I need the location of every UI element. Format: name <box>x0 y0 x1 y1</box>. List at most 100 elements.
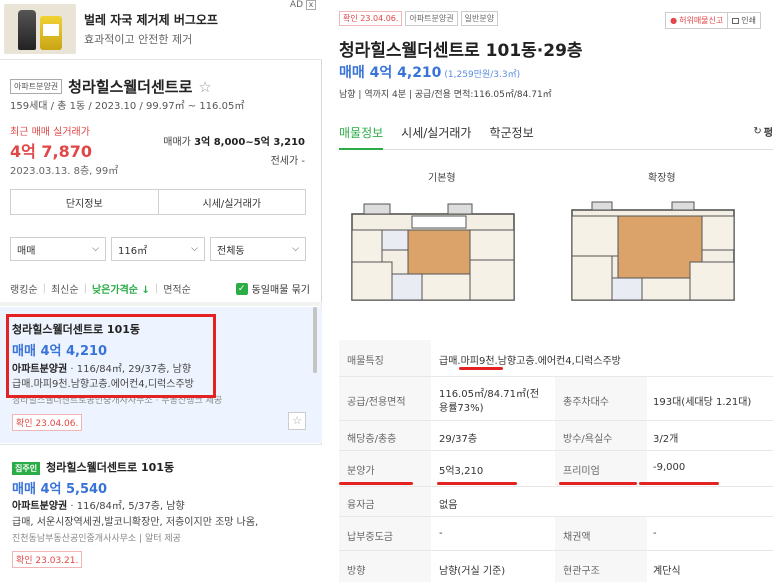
filter-bar: 매매 ⌵ 116㎡ ⌵ 전체동 ⌵ <box>10 237 306 261</box>
print-label: 인쇄 <box>741 16 756 25</box>
fact-key: 채권액 <box>563 532 591 543</box>
list-item[interactable]: 집주인 청라힐스웰더센트로 101동 매매 4억 5,540 아파트분양권 · 1… <box>0 444 322 582</box>
close-icon[interactable]: x <box>306 0 316 10</box>
sort-area[interactable]: 면적순 <box>163 281 196 296</box>
ad-banner[interactable]: 벌레 자국 제거제 버그오프 효과적이고 안전한 제거 AD x <box>0 0 322 60</box>
trade-type-select[interactable]: 매매 ⌵ <box>10 237 106 261</box>
chevron-down-icon: ⌵ <box>92 244 99 254</box>
table-row: 공급/전용면적 116.05㎡/84.71㎡(전 용률73%) 총주차대수 19… <box>339 377 773 421</box>
recent-trade-date: 2023.03.13. 8층, 99㎡ <box>10 166 119 177</box>
ad-badge: AD x <box>290 0 316 10</box>
recent-trade-label: 최근 매매 실거래가 <box>10 127 90 138</box>
ad-description: 효과적이고 안전한 제거 <box>84 33 193 46</box>
listing-title[interactable]: 청라힐스웰더센트로 101동 <box>46 461 174 474</box>
complex-info-button[interactable]: 단지정보 <box>11 190 158 214</box>
tab-listing-info[interactable]: 매물정보 <box>339 114 384 150</box>
detail-toolbar: ● 허위매물신고 인쇄 <box>665 12 761 29</box>
fact-value: - <box>653 528 657 539</box>
refresh-icon: ↻ <box>753 126 762 137</box>
area-value: 116㎡ <box>118 245 148 257</box>
trade-type-value: 매매 <box>17 245 36 257</box>
table-row: 융자금 없음 <box>339 487 773 517</box>
detail-summary: 남향 | 역까지 4분 | 공급/전용 면적:116.05㎡/84.71㎡ <box>339 90 552 100</box>
fact-key: 분양가 <box>347 466 375 477</box>
tab-market-price[interactable]: 시세/실거래가 <box>401 114 471 150</box>
tab-school[interactable]: 학군정보 <box>489 114 533 150</box>
complex-info: 159세대 / 총 1동 / 2023.10 / 99.97㎡ ~ 116.05… <box>10 101 245 112</box>
sale-price-value: 3억 8,000~5억 3,210 <box>194 137 305 148</box>
owner-tag: 집주인 <box>12 461 41 475</box>
property-type-tag: 아파트분양권 <box>10 79 63 94</box>
complex-header: 아파트분양권 청라힐스웰더센트로 ☆ <box>10 76 212 97</box>
confirm-date-badge: 확인 23.03.21. <box>12 551 83 568</box>
fact-value: 남향(거실 기준) <box>439 566 506 577</box>
refresh-label: 펑 <box>763 128 773 139</box>
sort-low-price[interactable]: 낮은가격순 ↓ <box>92 281 155 296</box>
detail-panel: 확인 23.04.06. 아파트분양권 일반분양 ● 허위매물신고 인쇄 청라힐스… <box>323 0 773 582</box>
listing-agent: 진천동남부동산공인중개사사무소 | 알터 제공 <box>12 534 181 544</box>
underline-annotation <box>559 482 637 485</box>
favorite-star-icon[interactable]: ☆ <box>198 78 211 96</box>
same-group-label: 동일매물 묶기 <box>251 285 310 296</box>
fact-value: 193대(세대당 1.21대) <box>653 397 752 408</box>
scrollbar[interactable] <box>313 307 317 373</box>
sort-bar: 랭킹순 | 최신순 | 낮은가격순 ↓ | 면적순 ✓ 동일매물 묶기 <box>10 281 310 296</box>
fact-value: 급매.마피9천.남향고층.에어컨4,디럭스주방 <box>439 356 621 367</box>
detail-price-value: 매매 4억 4,210 <box>339 65 442 81</box>
complex-buttons: 단지정보 시세/실거래가 <box>10 189 306 215</box>
building-select[interactable]: 전체동 ⌵ <box>210 237 306 261</box>
sale-price-range: 매매가 3억 8,000~5억 3,210 <box>163 133 305 148</box>
divider <box>0 302 322 306</box>
fact-key: 공급/전용면적 <box>347 397 406 408</box>
favorite-star-icon[interactable]: ☆ <box>288 412 306 430</box>
listing-title-row[interactable]: 집주인 청라힐스웰더센트로 101동 <box>12 459 174 475</box>
report-label: 허위매물신고 <box>679 16 724 25</box>
floor-plan-extended-label: 확장형 <box>648 173 676 184</box>
print-button[interactable]: 인쇄 <box>727 13 760 28</box>
detail-tabs: 매물정보 시세/실거래가 학군정보 ↻ 펑 <box>339 114 773 150</box>
building-value: 전체동 <box>217 245 245 257</box>
chevron-down-icon: ⌵ <box>191 244 198 254</box>
floor-plan-extended-image[interactable] <box>568 200 738 304</box>
floor-plan-basic-image[interactable] <box>348 200 518 304</box>
sale-price-label: 매매가 <box>163 137 191 148</box>
print-icon <box>732 17 740 24</box>
highlight-annotation <box>6 314 216 398</box>
property-type-tag: 아파트분양권 <box>405 11 458 26</box>
sale-type-tag: 일반분양 <box>460 11 499 26</box>
fact-key: 방수/욕실수 <box>563 434 613 445</box>
complex-name: 청라힐스웰더센트로 <box>68 78 193 96</box>
ad-image[interactable] <box>4 4 76 54</box>
listing-spec-text: · 116/84㎡, 5/37층, 남향 <box>67 501 185 512</box>
fake-listing-report-button[interactable]: ● 허위매물신고 <box>666 13 727 28</box>
listing-panel: 벌레 자국 제거제 버그오프 효과적이고 안전한 제거 AD x 아파트분양권 … <box>0 0 322 582</box>
ad-title[interactable]: 벌레 자국 제거제 버그오프 <box>84 11 218 28</box>
underline-annotation <box>459 367 503 370</box>
fact-key: 프리미엄 <box>563 466 600 477</box>
refresh-button[interactable]: ↻ 펑 <box>753 124 773 139</box>
checkbox-checked-icon[interactable]: ✓ <box>235 282 248 295</box>
fact-value: 계단식 <box>653 566 681 577</box>
price-per-pyeong: (1,259만원/3.3㎡) <box>444 70 521 80</box>
sort-ranking[interactable]: 랭킹순 <box>10 281 43 296</box>
fact-key: 현관구조 <box>563 566 600 577</box>
market-price-button[interactable]: 시세/실거래가 <box>157 190 306 214</box>
recent-trade-price: 4억 7,870 <box>10 142 93 161</box>
fact-key: 매물특징 <box>347 356 384 367</box>
area-select[interactable]: 116㎡ ⌵ <box>111 237 205 261</box>
confirm-date-badge: 확인 23.04.06. <box>12 414 83 431</box>
fact-value: 29/37층 <box>439 434 478 445</box>
jeonse-price: 전세가 - <box>270 156 305 167</box>
confirm-date-tag: 확인 23.04.06. <box>339 11 403 26</box>
table-row: 방향 남향(거실 기준) 현관구조 계단식 <box>339 551 773 582</box>
same-listing-group-toggle[interactable]: ✓ 동일매물 묶기 <box>235 281 310 296</box>
fact-value: 116.05㎡/84.71㎡(전 <box>439 389 540 400</box>
sort-latest[interactable]: 최신순 <box>51 281 84 296</box>
fact-value: 3/2개 <box>653 434 679 445</box>
fact-key: 융자금 <box>347 500 375 511</box>
listing-type: 아파트분양권 <box>12 501 68 512</box>
floor-plan-basic-label: 기본형 <box>428 173 456 184</box>
fact-value: - <box>439 528 443 539</box>
listing-features: 급매, 서운시장역세권,발코니확장만, 저층이지만 조망 나옴, <box>12 517 259 528</box>
fact-key: 해당층/총층 <box>347 434 397 445</box>
